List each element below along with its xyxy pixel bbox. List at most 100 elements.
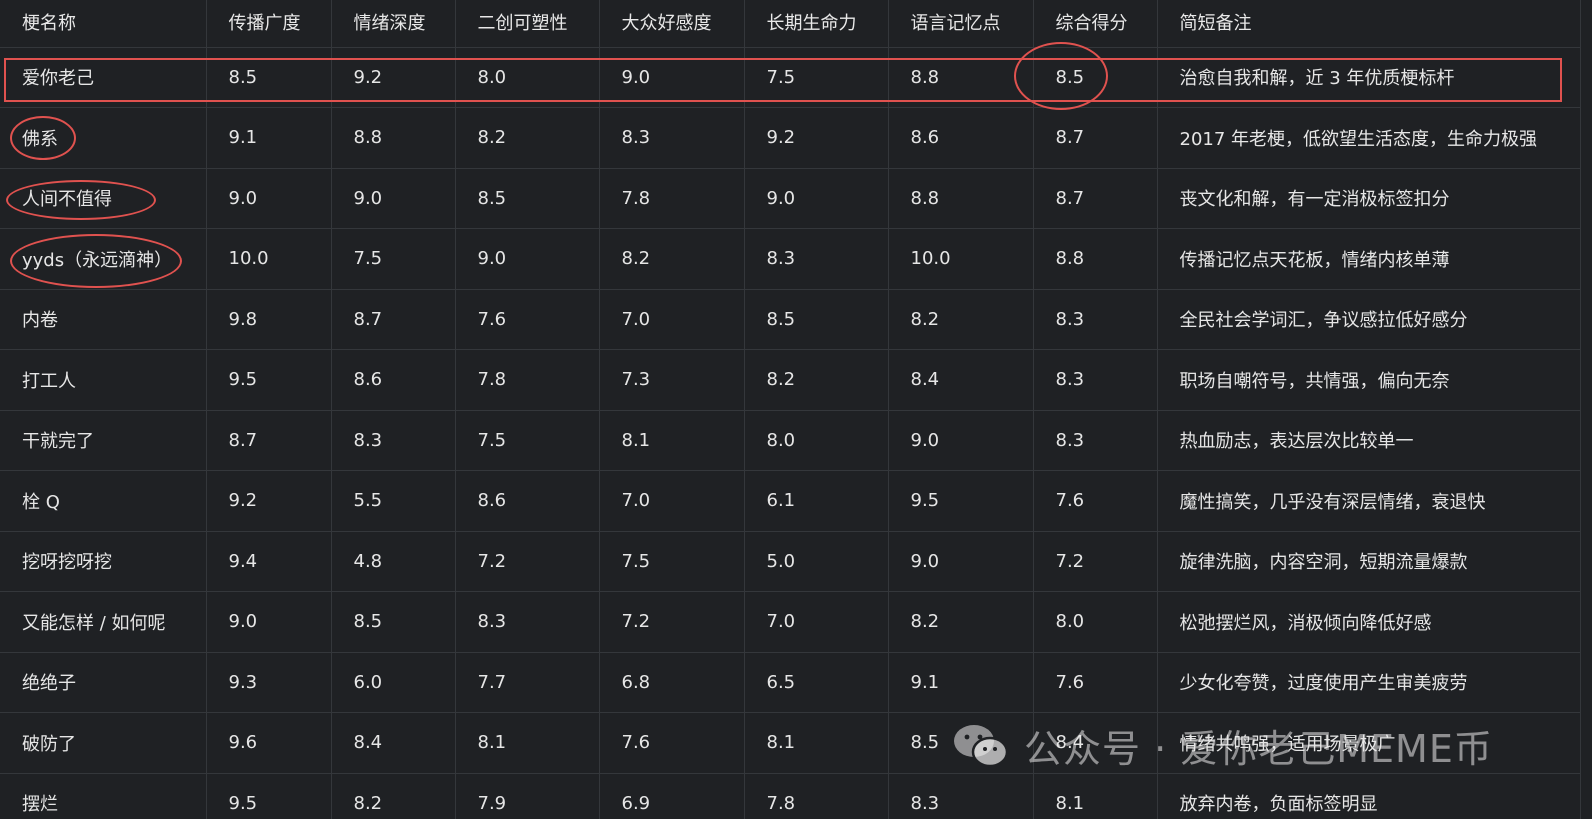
cell-memory: 8.2 <box>888 289 1034 350</box>
cell-remix: 7.2 <box>455 531 600 592</box>
header-emotion: 情绪深度 <box>331 0 456 48</box>
cell-longevity: 6.5 <box>744 652 889 713</box>
cell-emotion: 8.2 <box>331 773 456 819</box>
cell-emotion: 9.0 <box>331 168 456 229</box>
cell-emotion: 6.0 <box>331 652 456 713</box>
table-row: 干就完了 8.7 8.3 7.5 8.1 8.0 9.0 8.3 热血励志，表达层次比较单一 <box>0 410 1581 471</box>
cell-note: 少女化夸赞，过度使用产生审美疲劳 <box>1157 652 1581 713</box>
table-row: 佛系 9.1 8.8 8.2 8.3 9.2 8.6 8.7 2017 年老梗，低欲望生活态度，… <box>0 107 1581 169</box>
cell-memory: 9.1 <box>888 652 1034 713</box>
cell-name: 绝绝子 <box>0 652 207 713</box>
cell-favor: 7.3 <box>599 349 745 411</box>
cell-total: 7.6 <box>1033 652 1158 713</box>
cell-spread: 9.3 <box>206 652 332 713</box>
cell-remix: 7.6 <box>455 289 600 350</box>
table-row: 摆烂 9.5 8.2 7.9 6.9 7.8 8.3 8.1 放弃内卷，负面标签明显 <box>0 773 1581 819</box>
cell-note: 2017 年老梗，低欲望生活态度，生命力极强 <box>1157 107 1581 169</box>
cell-emotion: 8.3 <box>331 410 456 471</box>
cell-name: 挖呀挖呀挖 <box>0 531 207 592</box>
cell-memory: 9.0 <box>888 410 1034 471</box>
cell-name: 打工人 <box>0 349 207 411</box>
header-total: 综合得分 <box>1033 0 1158 48</box>
cell-name: 摆烂 <box>0 773 207 819</box>
cell-memory: 9.5 <box>888 470 1034 532</box>
cell-memory: 8.8 <box>888 47 1034 108</box>
cell-memory: 8.8 <box>888 168 1034 229</box>
cell-name: 栓 Q <box>0 470 207 532</box>
table-row: 破防了 9.6 8.4 8.1 7.6 8.1 8.5 8.4 情绪共鸣强，适用场景极广 <box>0 712 1581 774</box>
cell-favor: 9.0 <box>599 47 745 108</box>
cell-remix: 8.5 <box>455 168 600 229</box>
cell-favor: 7.8 <box>599 168 745 229</box>
header-note: 简短备注 <box>1157 0 1581 48</box>
cell-remix: 9.0 <box>455 228 600 290</box>
cell-total: 8.3 <box>1033 349 1158 411</box>
cell-favor: 7.6 <box>599 712 745 774</box>
cell-remix: 7.5 <box>455 410 600 471</box>
cell-favor: 8.3 <box>599 107 745 169</box>
cell-longevity: 6.1 <box>744 470 889 532</box>
cell-emotion: 8.7 <box>331 289 456 350</box>
cell-longevity: 8.2 <box>744 349 889 411</box>
table-row: 绝绝子 9.3 6.0 7.7 6.8 6.5 9.1 7.6 少女化夸赞，过度使用产生审美疲劳 <box>0 652 1581 713</box>
cell-emotion: 8.5 <box>331 591 456 653</box>
cell-longevity: 9.2 <box>744 107 889 169</box>
cell-emotion: 8.8 <box>331 107 456 169</box>
cell-spread: 9.0 <box>206 591 332 653</box>
cell-spread: 9.4 <box>206 531 332 592</box>
cell-longevity: 7.5 <box>744 47 889 108</box>
cell-name: 破防了 <box>0 712 207 774</box>
table-row: 打工人 9.5 8.6 7.8 7.3 8.2 8.4 8.3 职场自嘲符号，共情强，偏向无奈 <box>0 349 1581 411</box>
cell-favor: 8.1 <box>599 410 745 471</box>
header-favor: 大众好感度 <box>599 0 745 48</box>
cell-note: 旋律洗脑，内容空洞，短期流量爆款 <box>1157 531 1581 592</box>
cell-favor: 7.0 <box>599 470 745 532</box>
cell-note: 全民社会学词汇，争议感拉低好感分 <box>1157 289 1581 350</box>
cell-emotion: 8.4 <box>331 712 456 774</box>
table-row: 又能怎样 / 如何呢 9.0 8.5 8.3 7.2 7.0 8.2 8.0 松弛摆烂风，消极倾… <box>0 591 1581 653</box>
cell-longevity: 5.0 <box>744 531 889 592</box>
table-row: 人间不值得 9.0 9.0 8.5 7.8 9.0 8.8 8.7 丧文化和解，有一定消极标签扣… <box>0 168 1581 229</box>
header-row: 梗名称 传播广度 情绪深度 二创可塑性 大众好感度 长期生命力 语言记忆点 综合… <box>0 0 1581 48</box>
cell-longevity: 9.0 <box>744 168 889 229</box>
cell-longevity: 8.5 <box>744 289 889 350</box>
cell-longevity: 8.0 <box>744 410 889 471</box>
cell-note: 放弃内卷，负面标签明显 <box>1157 773 1581 819</box>
cell-remix: 7.7 <box>455 652 600 713</box>
cell-longevity: 8.3 <box>744 228 889 290</box>
cell-emotion: 8.6 <box>331 349 456 411</box>
cell-spread: 9.5 <box>206 773 332 819</box>
cell-spread: 9.2 <box>206 470 332 532</box>
cell-memory: 8.4 <box>888 349 1034 411</box>
cell-favor: 6.8 <box>599 652 745 713</box>
cell-spread: 9.5 <box>206 349 332 411</box>
cell-spread: 8.5 <box>206 47 332 108</box>
cell-name: 爱你老己 <box>0 47 207 108</box>
meme-score-table: 梗名称 传播广度 情绪深度 二创可塑性 大众好感度 长期生命力 语言记忆点 综合… <box>0 0 1581 819</box>
cell-spread: 10.0 <box>206 228 332 290</box>
cell-note: 情绪共鸣强，适用场景极广 <box>1157 712 1581 774</box>
cell-spread: 9.6 <box>206 712 332 774</box>
cell-note: 治愈自我和解，近 3 年优质梗标杆 <box>1157 47 1581 108</box>
cell-memory: 8.2 <box>888 591 1034 653</box>
cell-remix: 8.3 <box>455 591 600 653</box>
cell-remix: 7.8 <box>455 349 600 411</box>
cell-note: 职场自嘲符号，共情强，偏向无奈 <box>1157 349 1581 411</box>
cell-name: 内卷 <box>0 289 207 350</box>
cell-memory: 8.5 <box>888 712 1034 774</box>
cell-note: 丧文化和解，有一定消极标签扣分 <box>1157 168 1581 229</box>
cell-name: 人间不值得 <box>0 168 207 229</box>
cell-name: yyds（永远滴神） <box>0 228 207 290</box>
cell-emotion: 5.5 <box>331 470 456 532</box>
cell-longevity: 7.0 <box>744 591 889 653</box>
cell-name: 又能怎样 / 如何呢 <box>0 591 207 653</box>
cell-emotion: 9.2 <box>331 47 456 108</box>
table-row: 内卷 9.8 8.7 7.6 7.0 8.5 8.2 8.3 全民社会学词汇，争议感拉低好感分 <box>0 289 1581 350</box>
cell-total: 8.7 <box>1033 107 1158 169</box>
cell-memory: 9.0 <box>888 531 1034 592</box>
cell-total: 8.3 <box>1033 289 1158 350</box>
table-row: yyds（永远滴神） 10.0 7.5 9.0 8.2 8.3 10.0 8.8 传播记忆点天花… <box>0 228 1581 290</box>
cell-memory: 8.3 <box>888 773 1034 819</box>
cell-memory: 10.0 <box>888 228 1034 290</box>
cell-favor: 7.5 <box>599 531 745 592</box>
